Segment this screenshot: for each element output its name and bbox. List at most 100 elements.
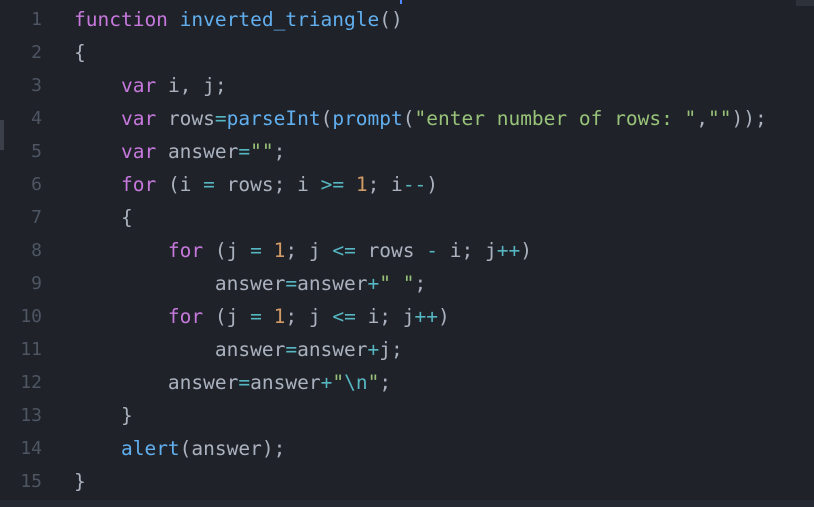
code-line[interactable]: } xyxy=(74,465,86,498)
code-token: answer xyxy=(250,371,321,394)
code-token: - xyxy=(426,239,439,262)
code-token: ) xyxy=(426,173,439,196)
line-number: 3 xyxy=(31,75,42,96)
code-token: "" xyxy=(708,107,732,130)
code-token: i; j xyxy=(355,305,415,328)
code-token: = xyxy=(238,371,251,394)
line-number: 1 xyxy=(31,9,42,30)
code-line[interactable]: } xyxy=(74,399,133,432)
code-token: answer xyxy=(74,371,239,394)
code-token: function xyxy=(74,8,168,31)
code-token: + xyxy=(367,272,380,295)
code-line[interactable]: answer=answer+" "; xyxy=(74,267,426,300)
code-token: )); xyxy=(731,107,767,130)
code-line[interactable]: answer=answer+j; xyxy=(74,333,403,366)
code-token: ; xyxy=(414,272,427,295)
code-token: ; xyxy=(379,371,392,394)
code-token: ; xyxy=(273,140,286,163)
code-token: " xyxy=(332,371,345,394)
code-token: alert xyxy=(120,437,180,460)
line-number: 9 xyxy=(31,273,42,294)
code-token: , xyxy=(696,107,709,130)
code-token: var xyxy=(120,140,157,163)
code-token: + xyxy=(367,338,380,361)
code-line[interactable]: { xyxy=(74,201,133,234)
code-line[interactable]: function inverted_triangle() xyxy=(74,3,403,36)
code-token: { xyxy=(74,41,86,64)
code-token: ) xyxy=(520,239,532,262)
code-token: 1 xyxy=(273,239,286,262)
code-token: = xyxy=(203,173,215,196)
code-token: <= xyxy=(332,305,356,328)
line-number: 4 xyxy=(31,108,42,129)
code-line[interactable]: var i, j; xyxy=(74,69,227,102)
code-token: (j xyxy=(203,239,251,262)
code-token: parseInt xyxy=(226,107,321,130)
line-number: 14 xyxy=(20,438,42,459)
code-token: >= xyxy=(320,173,345,196)
line-number: 8 xyxy=(31,240,42,261)
code-token: ; j xyxy=(285,239,333,262)
code-token: (j xyxy=(203,305,251,328)
code-token: answer xyxy=(297,338,368,361)
code-token: ++ xyxy=(414,305,439,328)
code-token: rows xyxy=(355,239,427,262)
code-token: ( xyxy=(402,107,415,130)
line-number: 11 xyxy=(20,339,42,360)
line-number: 10 xyxy=(20,306,42,327)
code-token: = xyxy=(250,305,262,328)
code-line[interactable]: { xyxy=(74,36,86,69)
code-token: <= xyxy=(332,239,356,262)
line-number: 12 xyxy=(20,372,42,393)
code-token: ( xyxy=(320,107,333,130)
code-token: 1 xyxy=(355,173,368,196)
code-token: 1 xyxy=(273,305,286,328)
code-token: = xyxy=(214,107,227,130)
line-number: 6 xyxy=(31,174,42,195)
code-token: ) xyxy=(438,305,450,328)
code-token: { xyxy=(74,206,133,229)
code-token: for xyxy=(120,173,157,196)
code-token: for xyxy=(167,239,204,262)
code-token: for xyxy=(167,305,204,328)
code-token: } xyxy=(74,470,86,493)
code-token: = xyxy=(285,272,298,295)
code-token: () xyxy=(379,8,403,31)
code-line[interactable]: for (i = rows; i >= 1; i--) xyxy=(74,168,438,201)
code-token: (answer); xyxy=(179,437,286,460)
code-token: } xyxy=(74,404,133,427)
code-line[interactable]: for (j = 1; j <= rows - i; j++) xyxy=(74,234,532,267)
code-token: "" xyxy=(250,140,274,163)
line-number: 2 xyxy=(31,42,42,63)
code-token: ; i xyxy=(367,173,403,196)
code-token: " " xyxy=(379,272,415,295)
code-line[interactable]: var answer=""; xyxy=(74,135,285,168)
code-token: "enter number of rows: " xyxy=(414,107,697,130)
code-token: i; j xyxy=(438,239,497,262)
code-token: -- xyxy=(402,173,427,196)
line-number: 7 xyxy=(31,207,42,228)
code-editor[interactable]: function inverted_triangle(){ var i, j; … xyxy=(0,0,814,507)
code-line[interactable]: for (j = 1; j <= i; j++) xyxy=(74,300,450,333)
code-token: answer xyxy=(297,272,368,295)
code-token: answer xyxy=(74,272,286,295)
code-line[interactable]: alert(answer); xyxy=(74,432,285,465)
line-number: 5 xyxy=(31,141,42,162)
line-number: 13 xyxy=(20,405,42,426)
code-token: j; xyxy=(379,338,403,361)
code-token: ++ xyxy=(496,239,521,262)
code-line[interactable]: var rows=parseInt(prompt("enter number o… xyxy=(74,102,767,135)
code-token: = xyxy=(285,338,298,361)
horizontal-scrollbar[interactable] xyxy=(0,500,814,507)
line-number: 15 xyxy=(20,471,42,492)
code-token: var xyxy=(120,74,157,97)
code-line[interactable]: answer=answer+"\n"; xyxy=(74,366,391,399)
